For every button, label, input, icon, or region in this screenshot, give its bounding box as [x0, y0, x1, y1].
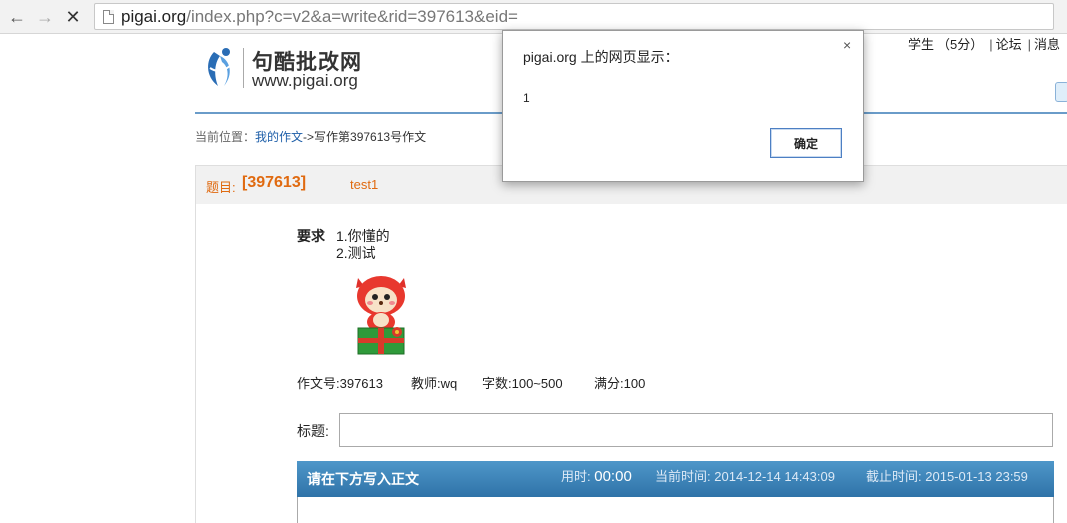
logo-url: www.pigai.org: [252, 71, 358, 90]
requirement-item: 2.测试: [336, 245, 376, 261]
separator: |: [989, 37, 993, 52]
messages-link[interactable]: 消息: [1034, 37, 1060, 52]
user-role-link[interactable]: 学生: [908, 37, 934, 52]
write-header-bar: 请在下方写入正文 用时: 00:00 当前时间: 2014-12-14 14:4…: [297, 461, 1054, 497]
heading-label: 标题:: [297, 423, 329, 439]
logo-mark-icon: [208, 48, 231, 86]
essay-body-textarea[interactable]: [297, 497, 1054, 523]
stop-loading-icon[interactable]: ✕: [62, 6, 84, 28]
current-time-value: 2014-12-14 14:43:09: [714, 469, 835, 484]
assignment-id: [397613]: [242, 174, 307, 191]
close-icon[interactable]: ×: [843, 38, 851, 52]
heading-input[interactable]: [339, 413, 1053, 447]
write-instruction: 请在下方写入正文: [307, 471, 419, 487]
breadcrumb: 当前位置：我的作文->写作第397613号作文: [195, 128, 426, 145]
ok-button[interactable]: 确定: [770, 128, 842, 158]
page-icon: [103, 10, 114, 24]
time-used-label: 用时:: [561, 469, 591, 484]
logo-divider: [243, 48, 244, 88]
user-score: （5分）: [937, 37, 984, 52]
forum-link[interactable]: 论坛: [996, 37, 1022, 52]
assignment-name: test1: [350, 177, 379, 192]
browser-toolbar: ← → ✕ pigai.org/index.php?c=v2&a=write&r…: [0, 0, 1067, 34]
user-links: 学生（5分）|论坛|消息|: [908, 34, 1067, 53]
deadline-label: 截止时间:: [866, 469, 922, 484]
dialog-title: pigai.org 上的网页显示：: [523, 49, 679, 65]
separator: |: [1027, 37, 1032, 52]
essay-number: 作文号:397613: [297, 376, 383, 391]
dialog-message: 1: [523, 91, 530, 105]
url-host: pigai.org: [121, 7, 187, 26]
full-score: 满分:100: [594, 376, 646, 391]
forward-arrow-icon[interactable]: →: [34, 6, 56, 28]
time-used-value: 00:00: [594, 468, 632, 485]
url-path: /index.php?c=v2&a=write&rid=397613&eid=: [186, 7, 518, 26]
breadcrumb-current: ->写作第397613号作文: [303, 130, 427, 144]
site-logo[interactable]: 句酷批改网 www.pigai.org: [200, 44, 370, 94]
time-used: 用时: 00:00: [561, 466, 632, 485]
current-time: 当前时间: 2014-12-14 14:43:09: [655, 466, 835, 485]
requirement-label: 要求: [297, 228, 325, 244]
word-limit: 字数:100~500: [482, 376, 563, 391]
deadline-value: 2015-01-13 23:59: [925, 469, 1028, 484]
back-arrow-icon[interactable]: ←: [6, 6, 28, 28]
title-label: 题目:: [206, 180, 236, 195]
alert-dialog: pigai.org 上的网页显示： × 1 确定: [502, 30, 864, 182]
deadline: 截止时间: 2015-01-13 23:59: [866, 466, 1028, 485]
url-text[interactable]: pigai.org/index.php?c=v2&a=write&rid=397…: [121, 7, 518, 27]
teacher-name: 教师:wq: [411, 376, 458, 391]
corner-button[interactable]: [1055, 82, 1067, 102]
mascot-image: [356, 276, 406, 355]
current-time-label: 当前时间:: [655, 469, 711, 484]
breadcrumb-prefix: 当前位置：: [195, 130, 256, 144]
breadcrumb-my-essays-link[interactable]: 我的作文: [255, 130, 303, 144]
address-bar[interactable]: pigai.org/index.php?c=v2&a=write&rid=397…: [94, 3, 1054, 30]
